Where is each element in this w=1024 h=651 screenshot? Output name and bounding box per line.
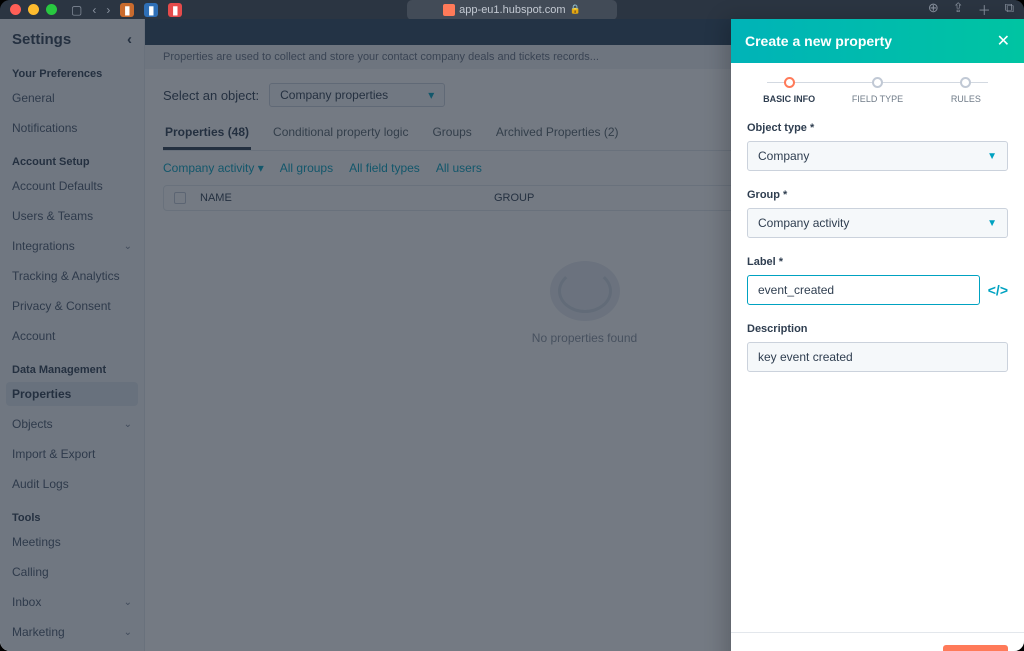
tab-badge-2[interactable]: ▮ (144, 3, 158, 17)
panel-title: Create a new property (745, 33, 892, 49)
close-icon[interactable]: ✕ (997, 31, 1010, 51)
minimize-window-icon[interactable] (28, 4, 39, 15)
group-select[interactable]: Company activity ▼ (747, 208, 1008, 238)
stepper: BASIC INFO FIELD TYPE RULES (731, 63, 1024, 110)
browser-titlebar: ▢ ‹ › ▮ ▮ ▮ app-eu1.hubspot.com 🔒 ⊕ ⇪ ＋ … (0, 0, 1024, 19)
share-icon[interactable]: ⇪ (953, 0, 964, 19)
panel-header: Create a new property ✕ (731, 19, 1024, 63)
tabs-icon[interactable]: ⧉ (1005, 0, 1014, 19)
close-window-icon[interactable] (10, 4, 21, 15)
object-type-label: Object type * (747, 122, 814, 134)
code-icon[interactable]: </> (988, 282, 1008, 305)
description-input[interactable]: key event created (747, 342, 1008, 372)
sidebar-toggle-icon[interactable]: ▢ (71, 3, 82, 17)
panel-footer: Cancel Next › (731, 632, 1024, 651)
field-description: Description key event created (747, 319, 1008, 372)
url-text: app-eu1.hubspot.com (459, 4, 565, 16)
create-property-panel: Create a new property ✕ BASIC INFO FIELD… (731, 19, 1024, 651)
tab-badge-1[interactable]: ▮ (120, 3, 134, 17)
description-label: Description (747, 323, 808, 335)
nav-back-icon[interactable]: ‹ (92, 3, 96, 17)
field-object-type: Object type * Company ▼ (747, 118, 1008, 171)
window-controls[interactable] (10, 4, 57, 15)
next-button[interactable]: Next › (943, 645, 1008, 651)
hubspot-favicon-icon (443, 4, 455, 16)
maximize-window-icon[interactable] (46, 4, 57, 15)
download-icon[interactable]: ⊕ (928, 0, 939, 19)
object-type-select[interactable]: Company ▼ (747, 141, 1008, 171)
panel-form: Object type * Company ▼ Group * Company … (731, 110, 1024, 388)
url-bar[interactable]: app-eu1.hubspot.com 🔒 (407, 0, 617, 20)
lock-icon: 🔒 (570, 4, 581, 15)
nav-forward-icon[interactable]: › (106, 3, 110, 17)
group-label: Group * (747, 189, 787, 201)
new-tab-icon[interactable]: ＋ (978, 0, 991, 19)
tab-badge-3[interactable]: ▮ (168, 3, 182, 17)
field-group: Group * Company activity ▼ (747, 185, 1008, 238)
label-input[interactable] (747, 275, 980, 305)
field-label: Label * (747, 252, 980, 305)
chevron-down-icon: ▼ (987, 218, 997, 229)
label-label: Label * (747, 256, 783, 268)
chevron-down-icon: ▼ (987, 151, 997, 162)
